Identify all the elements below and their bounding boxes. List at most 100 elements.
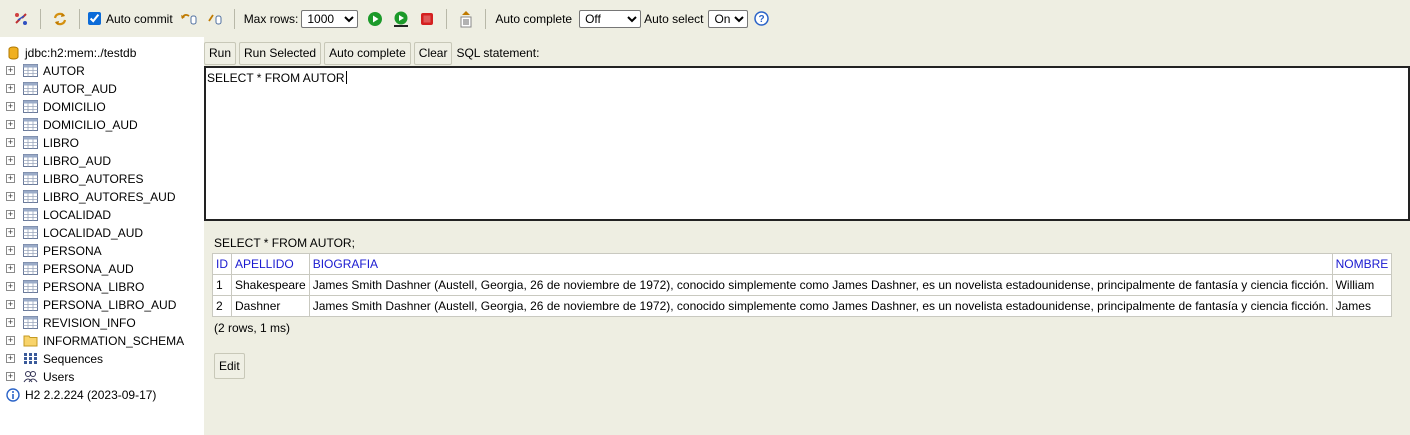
column-header[interactable]: BIOGRAFIA (308, 253, 1333, 275)
table-cell: Shakespeare (231, 274, 310, 296)
text-caret (345, 71, 347, 84)
table-cell: James (1331, 295, 1393, 317)
clear-button[interactable]: Clear (413, 41, 453, 65)
tree-item-label: PERSONA_LIBRO_AUD (43, 298, 177, 312)
tree-item-table[interactable]: + DOMICILIO (0, 98, 204, 116)
tree-item-table[interactable]: + AUTOR (0, 62, 204, 80)
help-icon[interactable]: ? (752, 10, 770, 28)
history-icon[interactable] (457, 10, 475, 28)
max-rows-label: Max rows: (243, 11, 299, 26)
help-glyph: ? (758, 14, 764, 25)
tree-item-label: Sequences (43, 352, 104, 366)
auto-complete-button[interactable]: Auto complete (324, 41, 411, 65)
toolbar-separator (40, 8, 41, 29)
table-icon (23, 244, 38, 257)
table-cell: Dashner (231, 295, 310, 317)
table-icon (23, 136, 38, 149)
expand-icon[interactable]: + (6, 246, 15, 255)
expand-icon[interactable]: + (6, 228, 15, 237)
tree-item-information-schema[interactable]: + INFORMATION_SCHEMA (0, 332, 204, 350)
expand-icon[interactable]: + (6, 66, 15, 75)
tree-item-users[interactable]: + Users (0, 368, 204, 386)
toolbar-separator (446, 8, 448, 29)
info-icon (6, 388, 20, 405)
disconnect-icon[interactable] (12, 10, 30, 28)
run-selected-icon[interactable] (392, 10, 410, 28)
table-icon (23, 208, 38, 221)
tree-item-label: REVISION_INFO (43, 316, 136, 330)
expand-icon[interactable]: + (6, 102, 15, 111)
column-header[interactable]: NOMBRE (1331, 253, 1393, 275)
tree-item-table[interactable]: + PERSONA (0, 242, 204, 260)
table-icon (23, 118, 38, 131)
tree-item-label: AUTOR_AUD (43, 82, 117, 96)
auto-complete-label: Auto complete (495, 11, 573, 26)
tree-item-table[interactable]: + AUTOR_AUD (0, 80, 204, 98)
run-icon[interactable] (366, 10, 384, 28)
expand-icon[interactable]: + (6, 138, 15, 147)
tree-item-table[interactable]: + LOCALIDAD (0, 206, 204, 224)
auto-complete-select[interactable]: Off (579, 9, 642, 28)
tree-item-label: PERSONA (43, 244, 102, 258)
expand-icon[interactable]: + (6, 174, 15, 183)
expand-icon[interactable]: + (6, 120, 15, 129)
tree-item-table[interactable]: + LIBRO_AUTORES_AUD (0, 188, 204, 206)
expand-icon[interactable]: + (6, 336, 15, 345)
tree-item-label: AUTOR (43, 64, 85, 78)
expand-icon[interactable]: + (6, 192, 15, 201)
tree-item-label: DOMICILIO_AUD (43, 118, 138, 132)
stop-icon[interactable] (418, 10, 436, 28)
sql-statement-label: SQL statement: (456, 46, 540, 60)
refresh-icon[interactable] (51, 10, 69, 28)
toolbar-separator (485, 8, 487, 29)
version-row: H2 2.2.224 (2023-09-17) (0, 386, 204, 404)
tree-item-table[interactable]: + LIBRO_AUD (0, 152, 204, 170)
tree-item-sequences[interactable]: + Sequences (0, 350, 204, 368)
tree-item-table[interactable]: + PERSONA_LIBRO_AUD (0, 296, 204, 314)
tree-item-table[interactable]: + PERSONA_LIBRO (0, 278, 204, 296)
sql-text: SELECT * FROM AUTOR (207, 71, 345, 85)
table-icon (23, 100, 38, 113)
sql-editor[interactable]: SELECT * FROM AUTOR (204, 66, 1410, 221)
column-header[interactable]: ID (212, 253, 232, 275)
run-button[interactable]: Run (204, 41, 237, 65)
tree-item-table[interactable]: + DOMICILIO_AUD (0, 116, 204, 134)
expand-icon[interactable]: + (6, 372, 15, 381)
tree-item-table[interactable]: + LIBRO_AUTORES (0, 170, 204, 188)
tree-connection[interactable]: jdbc:h2:mem:./testdb (0, 44, 204, 62)
edit-button[interactable]: Edit (214, 353, 245, 379)
rollback-icon[interactable] (180, 10, 198, 28)
max-rows-select[interactable]: 1000 (301, 9, 359, 28)
expand-icon[interactable]: + (6, 300, 15, 309)
toolbar: Auto commit Max rows: 1000 Auto complete… (0, 0, 1410, 37)
table-icon (23, 82, 38, 95)
database-icon (8, 46, 19, 63)
expand-icon[interactable]: + (6, 354, 15, 363)
tree-item-table[interactable]: + PERSONA_AUD (0, 260, 204, 278)
auto-select-select[interactable]: On (708, 9, 749, 28)
commit-icon[interactable] (206, 10, 224, 28)
run-selected-button[interactable]: Run Selected (239, 41, 322, 65)
tree-item-label: LIBRO_AUTORES_AUD (43, 190, 176, 204)
expand-icon[interactable]: + (6, 156, 15, 165)
tree-item-label: LIBRO (43, 136, 80, 150)
toolbar-separator (233, 8, 235, 29)
tree-item-table[interactable]: + LIBRO (0, 134, 204, 152)
tree-item-label: Users (43, 370, 75, 384)
expand-icon[interactable]: + (6, 318, 15, 327)
auto-select-label: Auto select (644, 11, 704, 26)
table-cell: 2 (212, 295, 232, 317)
tree-item-table[interactable]: + LOCALIDAD_AUD (0, 224, 204, 242)
table-header-row: ID APELLIDO BIOGRAFIA NOMBRE (212, 253, 1393, 275)
tree-item-table[interactable]: + REVISION_INFO (0, 314, 204, 332)
table-icon (23, 154, 38, 167)
column-header[interactable]: APELLIDO (231, 253, 310, 275)
expand-icon[interactable]: + (6, 84, 15, 93)
auto-commit-checkbox[interactable] (88, 12, 101, 25)
expand-icon[interactable]: + (6, 210, 15, 219)
expand-icon[interactable]: + (6, 282, 15, 291)
table-cell: William (1331, 274, 1393, 296)
version-label: H2 2.2.224 (2023-09-17) (25, 388, 157, 402)
table-row: 1 Shakespeare James Smith Dashner (Austell… (212, 274, 1393, 296)
expand-icon[interactable]: + (6, 264, 15, 273)
